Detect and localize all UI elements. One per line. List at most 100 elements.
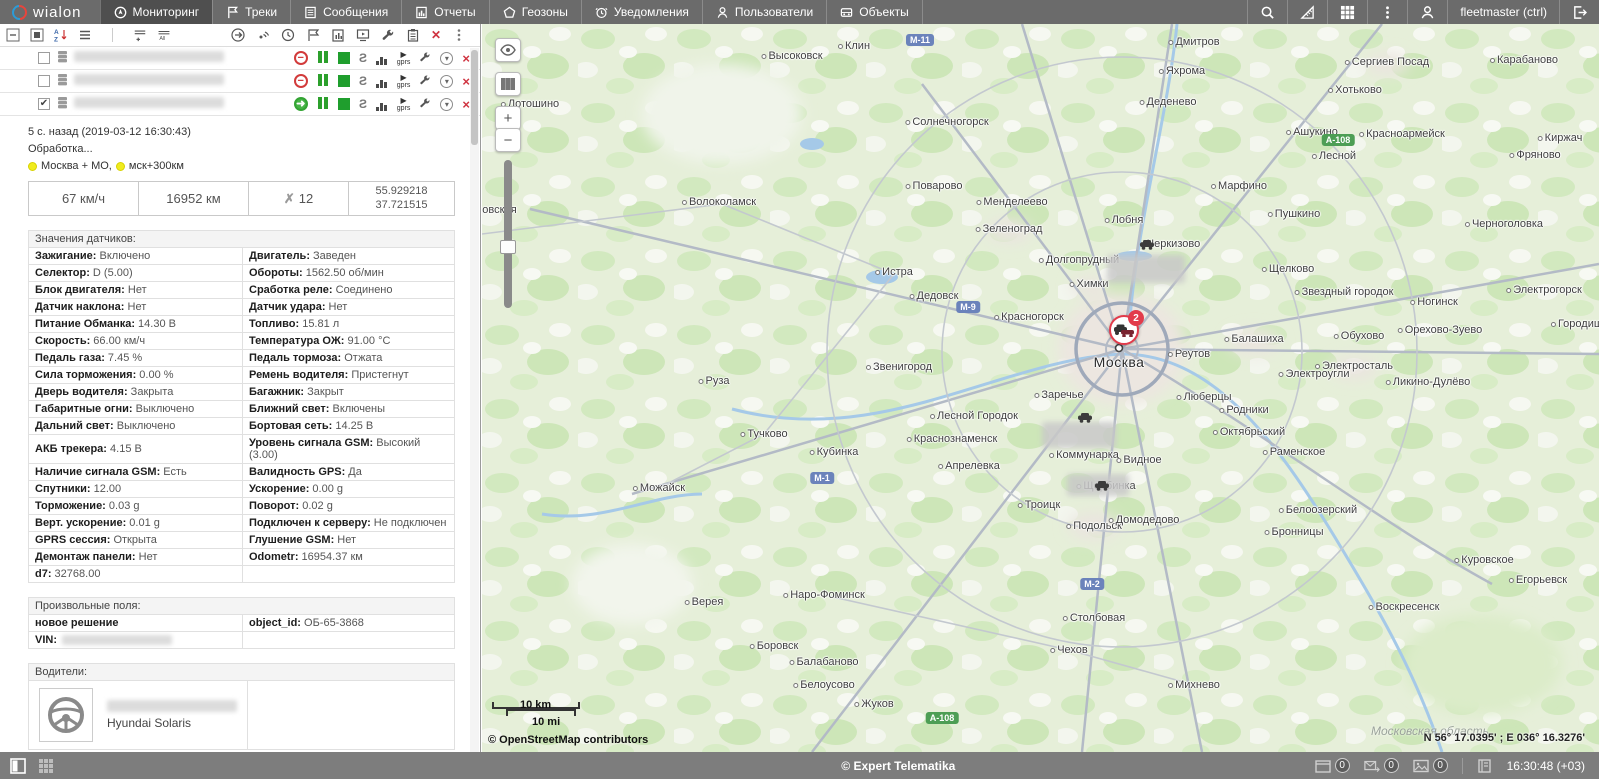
data-accuracy-icon[interactable] xyxy=(317,50,329,66)
tab-geofences[interactable]: Геозоны xyxy=(488,0,581,24)
zoom-slider-handle[interactable] xyxy=(500,240,516,254)
current-user-label[interactable]: fleetmaster (ctrl) xyxy=(1447,0,1559,24)
data-accuracy-icon[interactable] xyxy=(317,73,329,89)
quick-track-clock-icon[interactable] xyxy=(281,28,295,42)
ruler-tools-icon[interactable] xyxy=(1287,0,1327,24)
reports-icon[interactable] xyxy=(331,28,345,42)
unit-properties-icon[interactable] xyxy=(419,97,431,112)
track-icon[interactable]: S xyxy=(359,51,367,65)
unit-checkbox[interactable] xyxy=(38,52,50,64)
unit-marker-icon[interactable] xyxy=(1094,480,1110,494)
tab-reports[interactable]: Отчеты xyxy=(401,0,488,24)
tab-messages[interactable]: Сообщения xyxy=(290,0,401,24)
table-row: Педаль газа: 7.45 % Педаль тормоза: Отжат… xyxy=(28,349,455,367)
scrollbar-thumb[interactable] xyxy=(471,50,478,145)
unit-checkbox[interactable] xyxy=(38,75,50,87)
motion-state-icon[interactable]: ➜ xyxy=(293,97,308,111)
tracks-flag-icon[interactable] xyxy=(306,28,320,42)
panel-layout-toggle-icon[interactable] xyxy=(10,757,26,774)
tab-monitoring[interactable]: Мониторинг xyxy=(99,0,213,24)
svg-text:Z: Z xyxy=(54,37,58,43)
tab-notifications[interactable]: Уведомления xyxy=(580,0,702,24)
unit-name[interactable] xyxy=(74,74,294,88)
apply-dropdown-icon[interactable]: ▾ xyxy=(440,74,454,88)
tab-units[interactable]: Объекты xyxy=(826,0,923,24)
show-all-icon[interactable]: All xyxy=(157,28,171,42)
motion-state-icon[interactable]: − xyxy=(293,74,308,88)
logout-icon[interactable] xyxy=(1559,0,1599,24)
gprs-flag-icon[interactable]: ▶ gprs xyxy=(397,73,411,89)
track-icon[interactable]: S xyxy=(359,97,367,111)
table-cell: Бортовая сеть: 14.25 В xyxy=(242,417,455,435)
zoom-in-button[interactable]: + xyxy=(495,106,521,130)
bottom-grid-icon[interactable] xyxy=(38,758,54,774)
wialon-logo-text: wialon xyxy=(33,3,82,21)
list-view-icon[interactable] xyxy=(78,28,92,42)
unit-marker-icon[interactable] xyxy=(1077,412,1093,426)
gprs-flag-icon[interactable]: ▶ gprs xyxy=(397,50,411,66)
zoom-slider[interactable] xyxy=(500,160,516,308)
search-icon[interactable] xyxy=(1247,0,1287,24)
zoom-out-button[interactable]: − xyxy=(495,128,521,152)
tab-tracks[interactable]: Треки xyxy=(212,0,290,24)
remove-all-icon[interactable]: ✕ xyxy=(431,29,441,41)
connection-state-icon[interactable] xyxy=(337,52,350,64)
apply-dropdown-icon[interactable]: ▾ xyxy=(440,51,454,65)
remove-unit-icon[interactable]: × xyxy=(462,74,470,89)
scale-mi-label: 10 mi xyxy=(532,716,561,728)
media-counter[interactable]: 0 xyxy=(1412,758,1448,773)
more-menu-icon[interactable] xyxy=(1367,0,1407,24)
unit-properties-icon[interactable] xyxy=(419,51,431,66)
apply-dropdown-icon[interactable]: ▾ xyxy=(440,97,454,111)
address-processing: Обработка... xyxy=(28,143,93,155)
stat-speed: 67 км/ч xyxy=(28,181,139,216)
collapse-all-icon[interactable] xyxy=(6,28,20,42)
user-icon[interactable] xyxy=(1407,0,1447,24)
copy-clipboard-icon[interactable] xyxy=(406,28,420,42)
remove-unit-icon[interactable]: × xyxy=(462,51,470,66)
last-message-time: 5 с. назад (2019-03-12 16:30:43) xyxy=(28,126,191,138)
messages-chart-icon[interactable] xyxy=(375,97,388,111)
svg-text:A: A xyxy=(54,29,59,36)
tab-users[interactable]: Пользователи xyxy=(701,0,826,24)
sent-messages-counter[interactable]: 0 xyxy=(1363,758,1399,773)
events-antenna-icon[interactable] xyxy=(256,28,270,42)
add-all-to-list-icon[interactable] xyxy=(133,28,147,42)
cursor-coordinates: N 56° 17.0395' ; E 036° 16.3276' xyxy=(1423,732,1585,744)
apps-grid-icon[interactable] xyxy=(1327,0,1367,24)
table-row: новое решение object_id: ОБ-65-3868 xyxy=(28,614,455,632)
properties-wrench-icon[interactable] xyxy=(381,28,395,42)
unit-marker-icon[interactable] xyxy=(1139,239,1155,253)
messages-chart-icon[interactable] xyxy=(375,74,388,88)
map-eye-button[interactable] xyxy=(495,38,521,62)
panel-scrollbar[interactable] xyxy=(470,48,479,752)
jobs-counter[interactable]: 0 xyxy=(1314,758,1350,773)
address-book-button[interactable] xyxy=(1477,758,1493,773)
sort-az-icon[interactable]: AZ xyxy=(54,28,68,42)
connection-state-icon[interactable] xyxy=(337,98,350,110)
gprs-flag-icon[interactable]: ▶ gprs xyxy=(397,96,411,112)
selection-mode-icon[interactable] xyxy=(30,28,44,42)
connection-state-icon[interactable] xyxy=(337,75,350,87)
motion-state-icon[interactable]: − xyxy=(293,51,308,65)
unit-name[interactable] xyxy=(74,97,294,111)
field-label: Обороты: xyxy=(249,267,303,279)
track-icon[interactable]: S xyxy=(359,74,367,88)
messages-chart-icon[interactable] xyxy=(375,51,388,65)
table-cell xyxy=(242,631,455,649)
toolbar-more-icon[interactable] xyxy=(452,28,466,42)
data-accuracy-icon[interactable] xyxy=(317,96,329,112)
table-cell: Селектор: D (5.00) xyxy=(28,264,243,282)
unit-name[interactable] xyxy=(74,51,294,65)
table-row: GPRS сессия: Открыта Глушение GSM: Нет xyxy=(28,531,455,549)
unit-cluster-marker[interactable]: 2 xyxy=(1109,310,1144,345)
map-area[interactable]: Высоковск Клин Дмитров Яхрома Сергиев Посад К… xyxy=(482,24,1599,752)
follow-units-icon[interactable] xyxy=(231,28,245,42)
remove-unit-icon[interactable]: × xyxy=(462,97,470,112)
media-monitor-icon[interactable] xyxy=(356,28,370,42)
unit-checkbox[interactable]: ✔ xyxy=(38,98,50,110)
unit-properties-icon[interactable] xyxy=(419,74,431,89)
sensor-values-table: Значения датчиков: Зажигание: Включено Дв… xyxy=(28,230,455,583)
map-layers-button[interactable] xyxy=(495,72,521,96)
address-book-icon xyxy=(1477,758,1491,773)
